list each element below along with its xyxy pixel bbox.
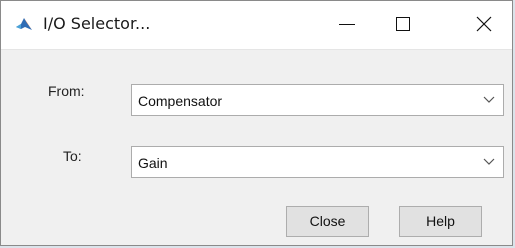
chevron-down-icon xyxy=(483,96,495,103)
minimize-button[interactable] xyxy=(319,1,375,47)
minimize-icon xyxy=(339,24,355,25)
title-bar[interactable]: I/O Selector... xyxy=(1,1,512,50)
to-dropdown[interactable]: Gain xyxy=(131,146,504,178)
close-icon xyxy=(476,16,492,32)
to-selected-value: Gain xyxy=(138,155,168,171)
help-button[interactable]: Help xyxy=(399,206,482,237)
from-dropdown[interactable]: Compensator xyxy=(131,84,504,116)
io-selector-dialog: I/O Selector... From: Compensator To: Ga… xyxy=(0,0,513,246)
chevron-down-icon xyxy=(483,158,495,165)
from-label: From: xyxy=(48,83,85,99)
close-button[interactable]: Close xyxy=(286,206,369,237)
maximize-button[interactable] xyxy=(375,1,431,47)
maximize-icon xyxy=(396,17,410,31)
from-selected-value: Compensator xyxy=(138,93,223,109)
matlab-logo-icon xyxy=(15,15,33,33)
window-close-button[interactable] xyxy=(456,1,512,47)
to-label: To: xyxy=(63,148,82,164)
window-title: I/O Selector... xyxy=(43,14,151,33)
